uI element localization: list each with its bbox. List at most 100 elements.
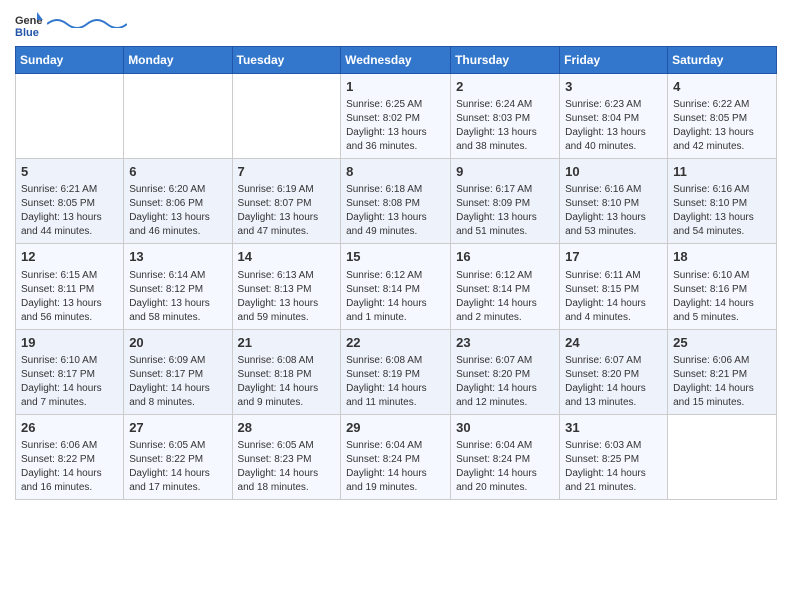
- day-detail: Daylight: 14 hours: [129, 467, 226, 481]
- day-detail: and 51 minutes.: [456, 225, 554, 239]
- day-detail: Sunrise: 6:06 AM: [21, 439, 118, 453]
- day-number: 12: [21, 248, 118, 266]
- day-detail: and 58 minutes.: [129, 311, 226, 325]
- day-detail: Sunrise: 6:05 AM: [129, 439, 226, 453]
- day-detail: Daylight: 13 hours: [238, 211, 336, 225]
- day-detail: and 21 minutes.: [565, 481, 662, 495]
- logo-wave-icon: [47, 16, 127, 28]
- day-detail: and 46 minutes.: [129, 225, 226, 239]
- day-detail: Daylight: 14 hours: [21, 382, 118, 396]
- day-detail: Daylight: 13 hours: [346, 211, 445, 225]
- weekday-monday: Monday: [124, 47, 232, 74]
- week-row-4: 26Sunrise: 6:06 AMSunset: 8:22 PMDayligh…: [16, 414, 777, 499]
- svg-text:Blue: Blue: [15, 27, 39, 38]
- day-detail: and 2 minutes.: [456, 311, 554, 325]
- day-number: 17: [565, 248, 662, 266]
- day-detail: Sunset: 8:10 PM: [673, 197, 771, 211]
- calendar-body: 1Sunrise: 6:25 AMSunset: 8:02 PMDaylight…: [16, 74, 777, 500]
- calendar-cell: 10Sunrise: 6:16 AMSunset: 8:10 PMDayligh…: [560, 159, 668, 244]
- calendar: SundayMondayTuesdayWednesdayThursdayFrid…: [15, 46, 777, 500]
- calendar-cell: 8Sunrise: 6:18 AMSunset: 8:08 PMDaylight…: [341, 159, 451, 244]
- day-detail: Sunrise: 6:10 AM: [21, 354, 118, 368]
- day-detail: Sunset: 8:14 PM: [346, 283, 445, 297]
- day-detail: Sunrise: 6:19 AM: [238, 183, 336, 197]
- day-detail: Daylight: 13 hours: [456, 126, 554, 140]
- calendar-cell: 27Sunrise: 6:05 AMSunset: 8:22 PMDayligh…: [124, 414, 232, 499]
- day-detail: Daylight: 14 hours: [565, 467, 662, 481]
- day-detail: Daylight: 13 hours: [565, 211, 662, 225]
- day-detail: Sunset: 8:13 PM: [238, 283, 336, 297]
- day-number: 15: [346, 248, 445, 266]
- day-detail: and 8 minutes.: [129, 396, 226, 410]
- calendar-header: SundayMondayTuesdayWednesdayThursdayFrid…: [16, 47, 777, 74]
- logo: General Blue: [15, 10, 127, 38]
- day-detail: Sunrise: 6:12 AM: [456, 269, 554, 283]
- calendar-cell: 20Sunrise: 6:09 AMSunset: 8:17 PMDayligh…: [124, 329, 232, 414]
- day-detail: Daylight: 14 hours: [456, 467, 554, 481]
- calendar-cell: 4Sunrise: 6:22 AMSunset: 8:05 PMDaylight…: [668, 74, 777, 159]
- weekday-row: SundayMondayTuesdayWednesdayThursdayFrid…: [16, 47, 777, 74]
- day-detail: Sunset: 8:24 PM: [456, 453, 554, 467]
- day-detail: Sunrise: 6:09 AM: [129, 354, 226, 368]
- calendar-cell: 3Sunrise: 6:23 AMSunset: 8:04 PMDaylight…: [560, 74, 668, 159]
- day-detail: Sunrise: 6:21 AM: [21, 183, 118, 197]
- day-number: 13: [129, 248, 226, 266]
- calendar-cell: 17Sunrise: 6:11 AMSunset: 8:15 PMDayligh…: [560, 244, 668, 329]
- calendar-cell: [668, 414, 777, 499]
- day-detail: Daylight: 14 hours: [673, 382, 771, 396]
- day-detail: Daylight: 14 hours: [346, 467, 445, 481]
- day-detail: Sunrise: 6:24 AM: [456, 98, 554, 112]
- day-detail: Sunset: 8:09 PM: [456, 197, 554, 211]
- day-detail: Sunrise: 6:23 AM: [565, 98, 662, 112]
- calendar-cell: 5Sunrise: 6:21 AMSunset: 8:05 PMDaylight…: [16, 159, 124, 244]
- day-detail: Sunrise: 6:13 AM: [238, 269, 336, 283]
- day-detail: and 40 minutes.: [565, 140, 662, 154]
- calendar-cell: 31Sunrise: 6:03 AMSunset: 8:25 PMDayligh…: [560, 414, 668, 499]
- calendar-cell: 12Sunrise: 6:15 AMSunset: 8:11 PMDayligh…: [16, 244, 124, 329]
- day-detail: Daylight: 14 hours: [456, 297, 554, 311]
- week-row-2: 12Sunrise: 6:15 AMSunset: 8:11 PMDayligh…: [16, 244, 777, 329]
- calendar-cell: 23Sunrise: 6:07 AMSunset: 8:20 PMDayligh…: [451, 329, 560, 414]
- day-detail: and 54 minutes.: [673, 225, 771, 239]
- day-detail: and 12 minutes.: [456, 396, 554, 410]
- day-detail: and 59 minutes.: [238, 311, 336, 325]
- day-number: 31: [565, 419, 662, 437]
- header: General Blue: [15, 10, 777, 38]
- calendar-cell: [124, 74, 232, 159]
- day-detail: Sunrise: 6:07 AM: [565, 354, 662, 368]
- day-detail: and 38 minutes.: [456, 140, 554, 154]
- day-number: 27: [129, 419, 226, 437]
- calendar-cell: 14Sunrise: 6:13 AMSunset: 8:13 PMDayligh…: [232, 244, 341, 329]
- day-detail: Daylight: 13 hours: [129, 211, 226, 225]
- day-detail: Sunset: 8:23 PM: [238, 453, 336, 467]
- day-detail: and 9 minutes.: [238, 396, 336, 410]
- calendar-cell: 16Sunrise: 6:12 AMSunset: 8:14 PMDayligh…: [451, 244, 560, 329]
- day-detail: Daylight: 14 hours: [346, 382, 445, 396]
- day-detail: and 16 minutes.: [21, 481, 118, 495]
- day-number: 5: [21, 163, 118, 181]
- day-detail: and 11 minutes.: [346, 396, 445, 410]
- day-number: 23: [456, 334, 554, 352]
- day-detail: Sunset: 8:12 PM: [129, 283, 226, 297]
- day-detail: Sunset: 8:14 PM: [456, 283, 554, 297]
- day-detail: Daylight: 13 hours: [346, 126, 445, 140]
- week-row-1: 5Sunrise: 6:21 AMSunset: 8:05 PMDaylight…: [16, 159, 777, 244]
- day-number: 20: [129, 334, 226, 352]
- day-detail: Sunset: 8:07 PM: [238, 197, 336, 211]
- day-detail: and 4 minutes.: [565, 311, 662, 325]
- day-detail: and 15 minutes.: [673, 396, 771, 410]
- day-number: 26: [21, 419, 118, 437]
- day-detail: Sunrise: 6:04 AM: [346, 439, 445, 453]
- week-row-3: 19Sunrise: 6:10 AMSunset: 8:17 PMDayligh…: [16, 329, 777, 414]
- day-detail: and 19 minutes.: [346, 481, 445, 495]
- day-detail: Daylight: 14 hours: [238, 382, 336, 396]
- day-detail: and 17 minutes.: [129, 481, 226, 495]
- day-detail: Daylight: 13 hours: [565, 126, 662, 140]
- day-detail: Sunset: 8:19 PM: [346, 368, 445, 382]
- day-detail: Daylight: 13 hours: [456, 211, 554, 225]
- calendar-cell: 18Sunrise: 6:10 AMSunset: 8:16 PMDayligh…: [668, 244, 777, 329]
- calendar-cell: 2Sunrise: 6:24 AMSunset: 8:03 PMDaylight…: [451, 74, 560, 159]
- day-detail: and 53 minutes.: [565, 225, 662, 239]
- calendar-cell: 30Sunrise: 6:04 AMSunset: 8:24 PMDayligh…: [451, 414, 560, 499]
- day-detail: Daylight: 14 hours: [673, 297, 771, 311]
